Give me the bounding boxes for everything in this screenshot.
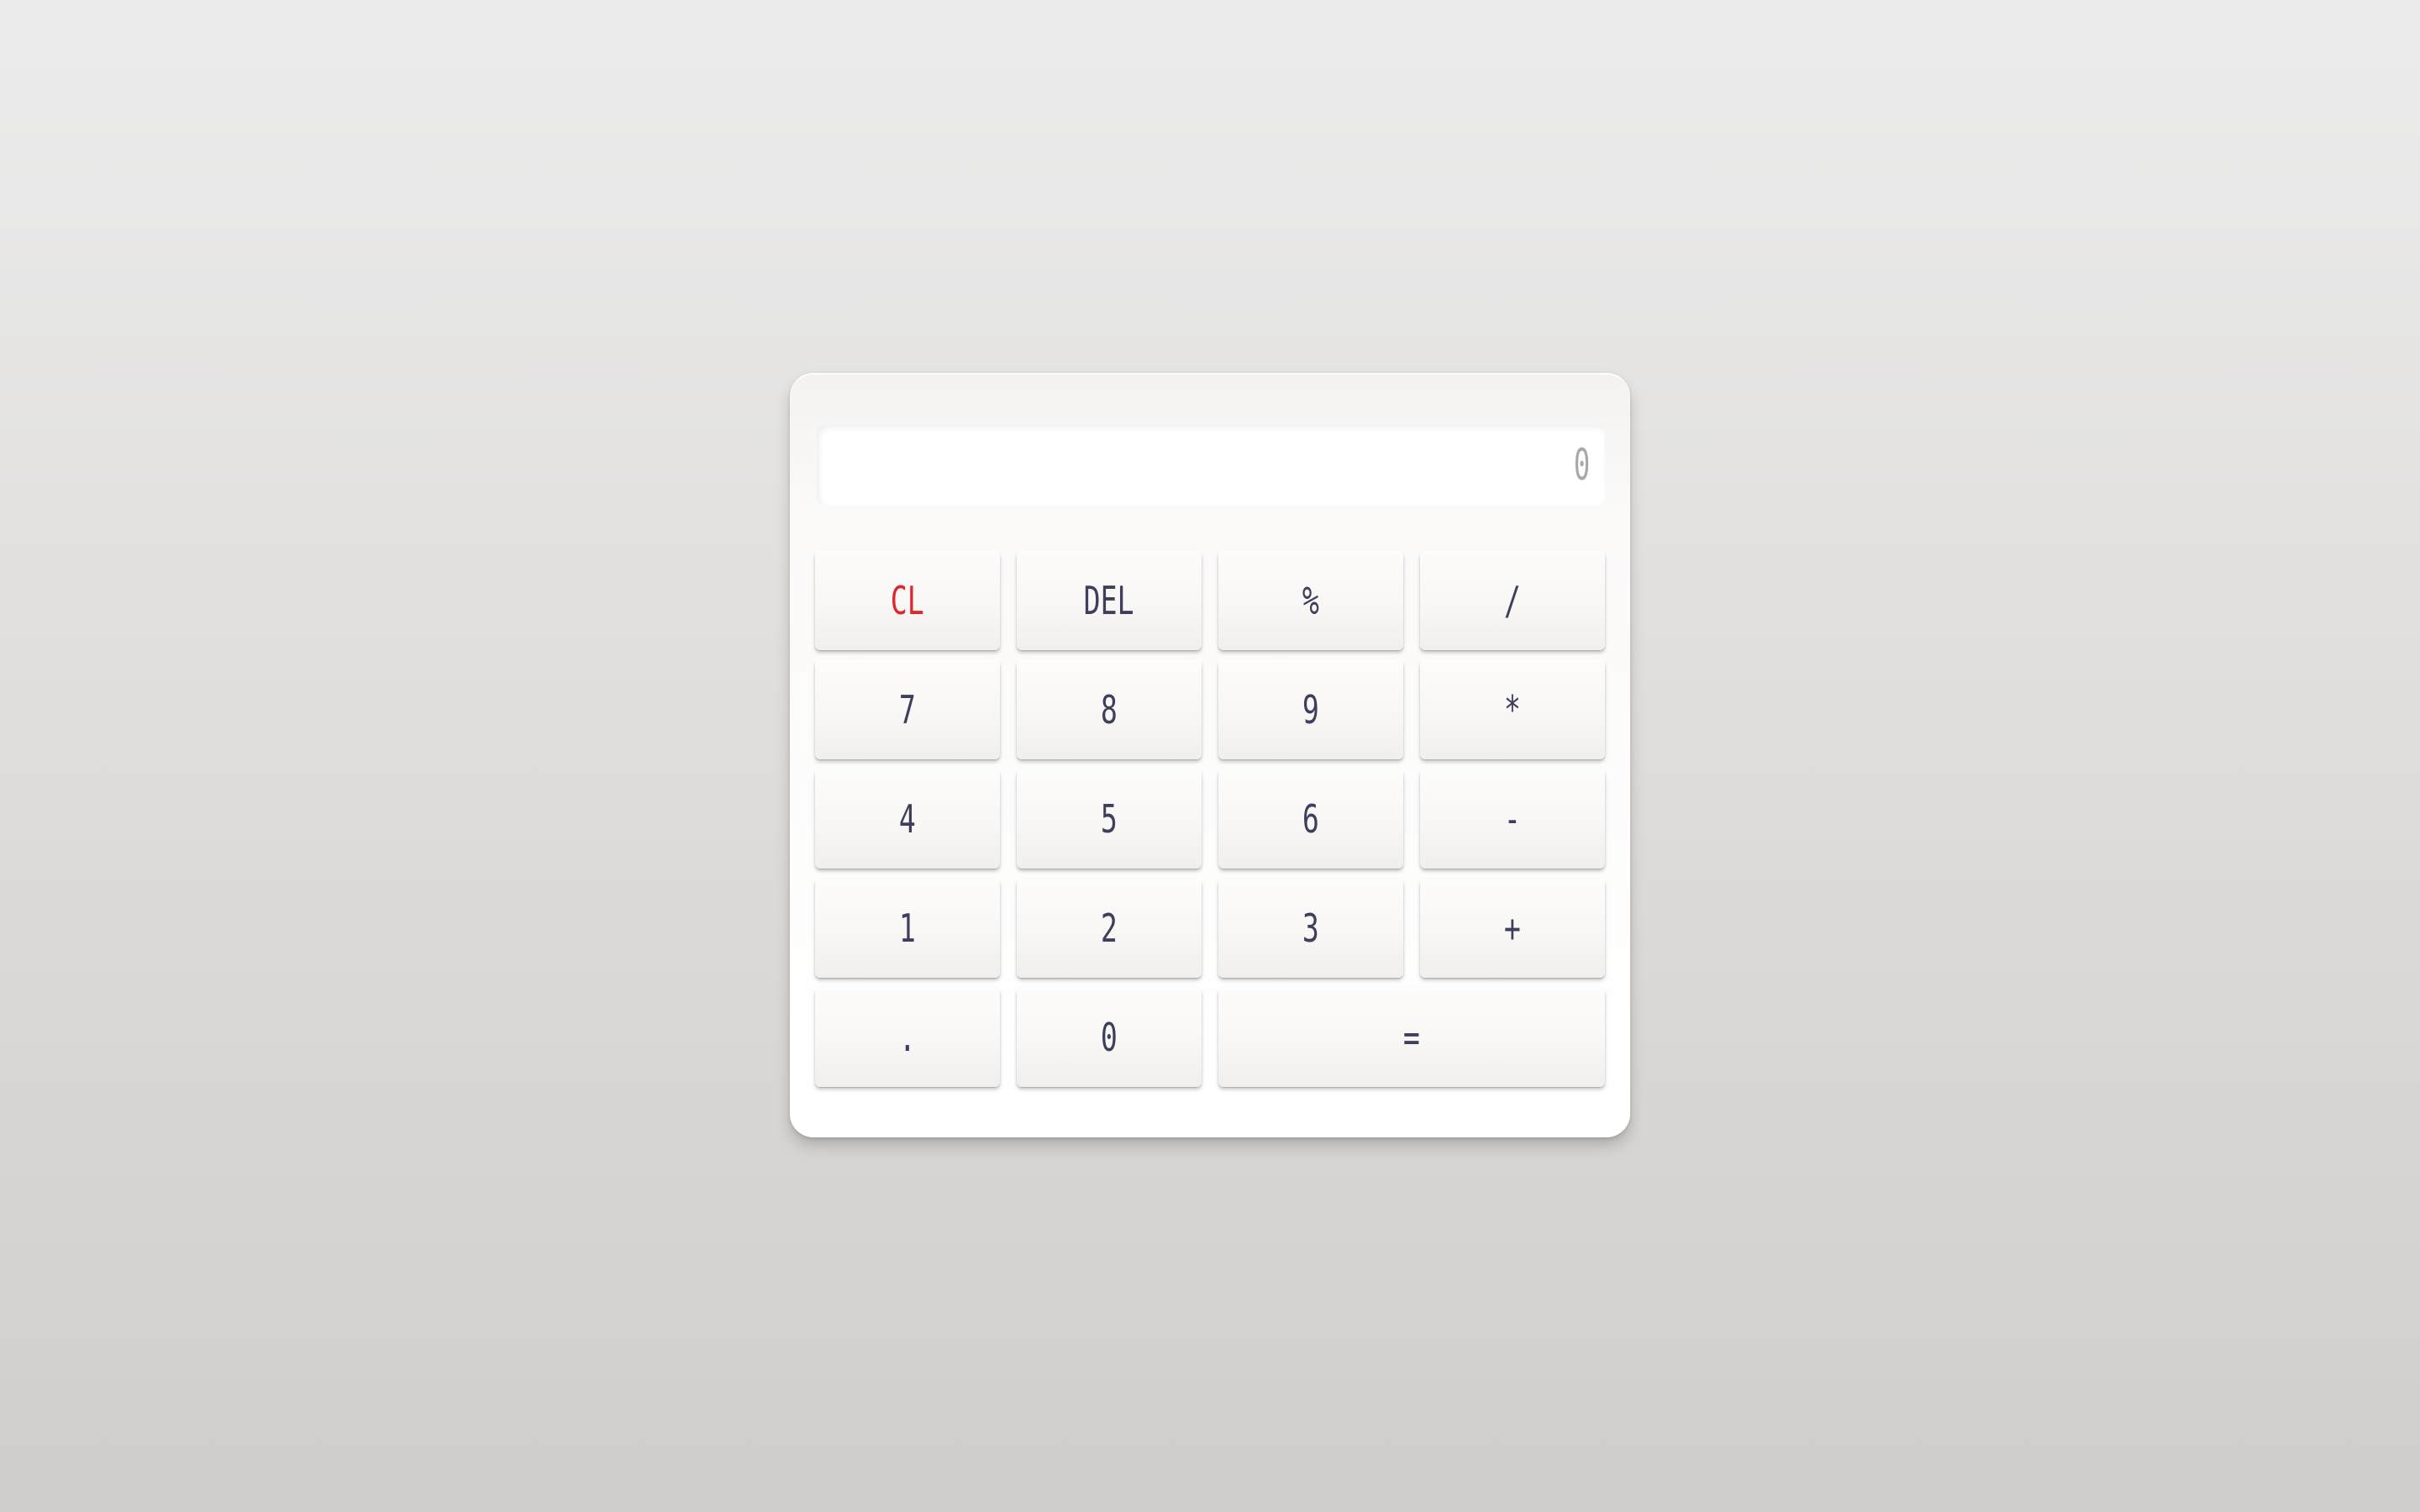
divide-button[interactable]: / xyxy=(1420,551,1605,650)
digit-7-label: 7 xyxy=(899,687,916,732)
subtract-button-label: - xyxy=(1504,796,1521,842)
keypad: CL DEL % / 7 8 9 * 4 5 6 - 1 2 3 + . 0 = xyxy=(815,551,1605,1087)
digit-1-label: 1 xyxy=(899,906,916,951)
equals-button[interactable]: = xyxy=(1218,988,1605,1087)
subtract-button[interactable]: - xyxy=(1420,769,1605,869)
digit-9-button[interactable]: 9 xyxy=(1218,660,1403,759)
digit-3-label: 3 xyxy=(1302,906,1319,951)
digit-2-button[interactable]: 2 xyxy=(1017,879,1202,978)
digit-9-label: 9 xyxy=(1302,687,1319,732)
digit-6-label: 6 xyxy=(1302,796,1319,842)
calculator: 0 CL DEL % / 7 8 9 * 4 5 6 - 1 2 3 + . 0… xyxy=(790,373,1630,1137)
digit-8-label: 8 xyxy=(1101,687,1118,732)
digit-2-label: 2 xyxy=(1101,906,1118,951)
digit-6-button[interactable]: 6 xyxy=(1218,769,1403,869)
display-screen: 0 xyxy=(817,425,1605,506)
multiply-button-label: * xyxy=(1504,687,1521,732)
decimal-button[interactable]: . xyxy=(815,988,1000,1087)
add-button-label: + xyxy=(1504,906,1521,951)
digit-4-label: 4 xyxy=(899,796,916,842)
digit-8-button[interactable]: 8 xyxy=(1017,660,1202,759)
clear-button[interactable]: CL xyxy=(815,551,1000,650)
add-button[interactable]: + xyxy=(1420,879,1605,978)
digit-4-button[interactable]: 4 xyxy=(815,769,1000,869)
clear-button-label: CL xyxy=(891,578,924,623)
digit-5-label: 5 xyxy=(1101,796,1118,842)
divide-button-label: / xyxy=(1504,578,1521,623)
equals-button-label: = xyxy=(1403,1015,1420,1060)
percent-button-label: % xyxy=(1302,578,1319,623)
digit-1-button[interactable]: 1 xyxy=(815,879,1000,978)
digit-3-button[interactable]: 3 xyxy=(1218,879,1403,978)
multiply-button[interactable]: * xyxy=(1420,660,1605,759)
delete-button[interactable]: DEL xyxy=(1017,551,1202,650)
digit-0-button[interactable]: 0 xyxy=(1017,988,1202,1087)
decimal-button-label: . xyxy=(899,1015,916,1060)
display-value: 0 xyxy=(1573,440,1590,491)
delete-button-label: DEL xyxy=(1084,578,1134,623)
digit-7-button[interactable]: 7 xyxy=(815,660,1000,759)
digit-5-button[interactable]: 5 xyxy=(1017,769,1202,869)
digit-0-label: 0 xyxy=(1101,1015,1118,1060)
percent-button[interactable]: % xyxy=(1218,551,1403,650)
